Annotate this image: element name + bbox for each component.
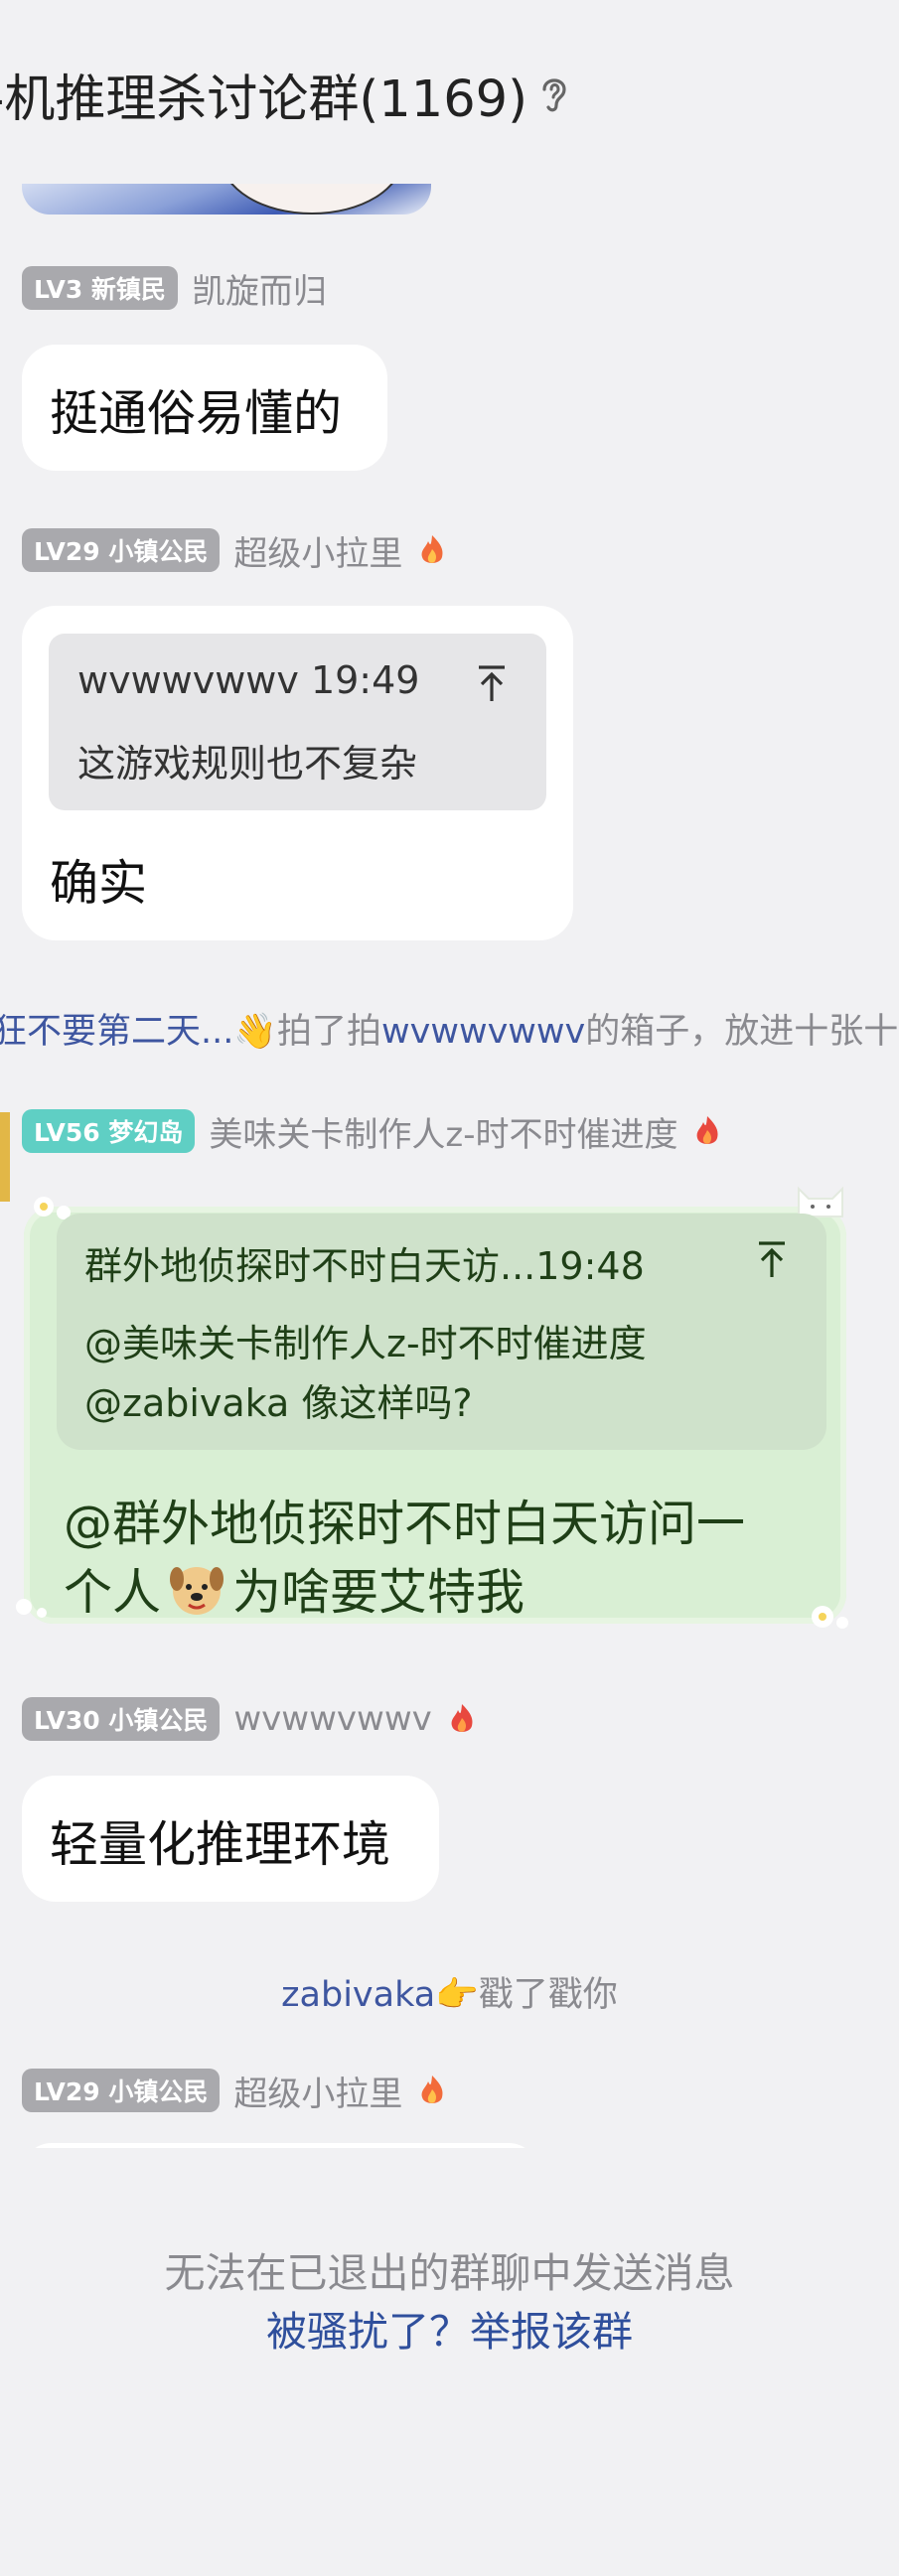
- level-badge: LV29 小镇公民: [22, 528, 221, 572]
- report-group-link[interactable]: 被骚扰了？举报该群: [0, 2298, 899, 2358]
- level-badge: LV3 新镇民: [22, 266, 178, 310]
- sender-name[interactable]: 超级小拉里: [233, 2067, 402, 2115]
- jump-to-quote-icon[interactable]: [474, 663, 510, 703]
- chat-header: -机推理杀讨论群(1169): [0, 0, 899, 184]
- quote-line: @zabivaka 像这样吗?: [84, 1381, 473, 1425]
- system-pat-notice: 狂不要第二天...👋拍了拍wvwwvwwv的箱子，放进十张十: [0, 1003, 898, 1054]
- flower-decoration-icon: [801, 1599, 860, 1639]
- sender-row: LV29 小镇公民 超级小拉里: [22, 2067, 446, 2115]
- quote-author-time: 群外地侦探时不时白天访...19:48: [84, 1244, 645, 1288]
- sender-name[interactable]: 凯旋而归: [192, 264, 327, 313]
- dog-emoji-icon: [170, 1566, 225, 1615]
- message-bubble[interactable]: 挺通俗易懂的: [22, 345, 387, 471]
- flame-icon: [451, 1704, 473, 1732]
- group-title[interactable]: -机推理杀讨论群(1169): [0, 58, 527, 131]
- ear-icon[interactable]: [536, 72, 570, 115]
- sender-row: LV29 小镇公民 超级小拉里: [22, 526, 446, 575]
- flame-icon: [421, 2075, 443, 2103]
- level-badge: LV56 梦幻岛: [22, 1109, 196, 1153]
- message-text-line: 个人 为啥要艾特我: [64, 1553, 524, 1624]
- pointing-hand-icon: 👉: [435, 1975, 479, 2015]
- quote-line: @美味关卡制作人z-时不时催进度: [84, 1322, 647, 1365]
- sender-name[interactable]: wvwwvwwv: [233, 1699, 431, 1739]
- poke-actor[interactable]: zabivaka: [281, 1975, 435, 2015]
- quote-text: 这游戏规则也不复杂: [77, 742, 418, 786]
- message-bubble[interactable]: wvwwvwwv 19:49 这游戏规则也不复杂 确实: [22, 606, 573, 940]
- quoted-message[interactable]: wvwwvwwv 19:49 这游戏规则也不复杂: [49, 634, 546, 810]
- sender-row: LV3 新镇民 凯旋而归: [22, 264, 327, 313]
- system-poke-notice: zabivaka👉戳了戳你: [281, 1975, 618, 2015]
- sender-row: LV56 梦幻岛 美味关卡制作人z-时不时催进度: [22, 1107, 721, 1156]
- jump-to-quote-icon[interactable]: [754, 1239, 790, 1279]
- sender-name[interactable]: 美味关卡制作人z-时不时催进度: [209, 1107, 677, 1156]
- message-text: 确实: [50, 855, 148, 912]
- flame-icon: [697, 1116, 718, 1144]
- input-area-disabled: [0, 2148, 899, 2576]
- sender-name[interactable]: 超级小拉里: [233, 526, 402, 575]
- message-bubble[interactable]: 轻量化推理环境: [22, 1776, 439, 1902]
- message-text: 挺通俗易懂的: [50, 385, 343, 442]
- level-badge: LV30 小镇公民: [22, 1697, 221, 1741]
- cannot-send-notice: 无法在已退出的群聊中发送消息: [164, 2249, 735, 2297]
- avatar-crown-fragment: [0, 1112, 10, 1202]
- level-badge: LV29 小镇公民: [22, 2069, 221, 2112]
- message-text: 轻量化推理环境: [50, 1816, 391, 1873]
- quote-author-time: wvwwvwwv 19:49: [77, 658, 420, 702]
- quoted-message[interactable]: 群外地侦探时不时白天访...19:48 @美味关卡制作人z-时不时催进度 @za…: [57, 1214, 826, 1450]
- message-text: @群外地侦探时不时白天访问一: [64, 1496, 746, 1552]
- sender-row: LV30 小镇公民 wvwwvwwv: [22, 1697, 476, 1741]
- pat-target[interactable]: wvwwvwwv: [381, 1012, 585, 1052]
- flower-decoration-icon: [6, 1589, 56, 1629]
- flame-icon: [421, 535, 443, 563]
- wave-hand-icon: 👋: [233, 1012, 277, 1052]
- pat-actor[interactable]: 狂不要第二天...: [0, 1012, 233, 1052]
